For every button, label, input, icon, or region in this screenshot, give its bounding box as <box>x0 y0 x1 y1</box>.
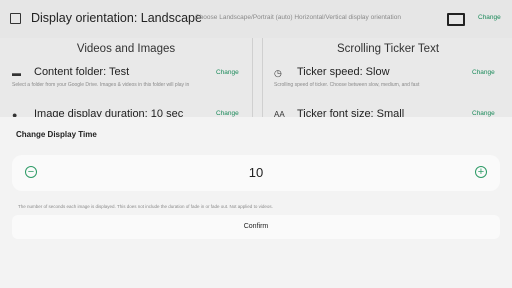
folder-icon: ▬ <box>12 68 21 78</box>
landscape-screen-icon <box>447 13 465 26</box>
increment-icon[interactable]: + <box>475 166 487 178</box>
content-folder-description: Select a folder from your Google Drive. … <box>12 82 190 88</box>
display-time-value: 10 <box>248 165 264 180</box>
ticker-speed-change-button[interactable]: Change <box>472 69 495 76</box>
image-duration-change-button[interactable]: Change <box>216 110 239 117</box>
orientation-change-button[interactable]: Change <box>478 14 501 21</box>
ticker-font-size-change-button[interactable]: Change <box>472 110 495 117</box>
change-display-time-sheet: Change Display Time − 10 + The number of… <box>0 117 512 288</box>
content-folder-title: Content folder: Test <box>34 66 130 78</box>
orientation-title: Display orientation: Landscape <box>31 11 202 25</box>
ticker-speed-title: Ticker speed: Slow <box>297 66 390 78</box>
speed-icon: ◷ <box>274 68 282 78</box>
videos-images-panel: Videos and Images ▬ Content folder: Test… <box>0 38 253 128</box>
orientation-description: Choose Landscape/Portrait (auto) Horizon… <box>195 14 401 21</box>
scrolling-ticker-heading: Scrolling Ticker Text <box>336 43 440 55</box>
monitor-icon <box>10 13 21 24</box>
display-time-stepper: − 10 + <box>12 155 500 191</box>
ticker-speed-description: Scrolling speed of ticker. Choose betwee… <box>274 82 420 88</box>
dialog-title: Change Display Time <box>16 130 97 139</box>
content-folder-change-button[interactable]: Change <box>216 69 239 76</box>
scrolling-ticker-panel: Scrolling Ticker Text ◷ Ticker speed: Sl… <box>262 38 512 128</box>
display-time-note: The number of seconds each image is disp… <box>18 204 273 209</box>
confirm-button[interactable]: Confirm <box>12 215 500 239</box>
videos-images-heading: Videos and Images <box>76 43 176 55</box>
orientation-setting-row: Display orientation: Landscape Choose La… <box>0 0 512 38</box>
